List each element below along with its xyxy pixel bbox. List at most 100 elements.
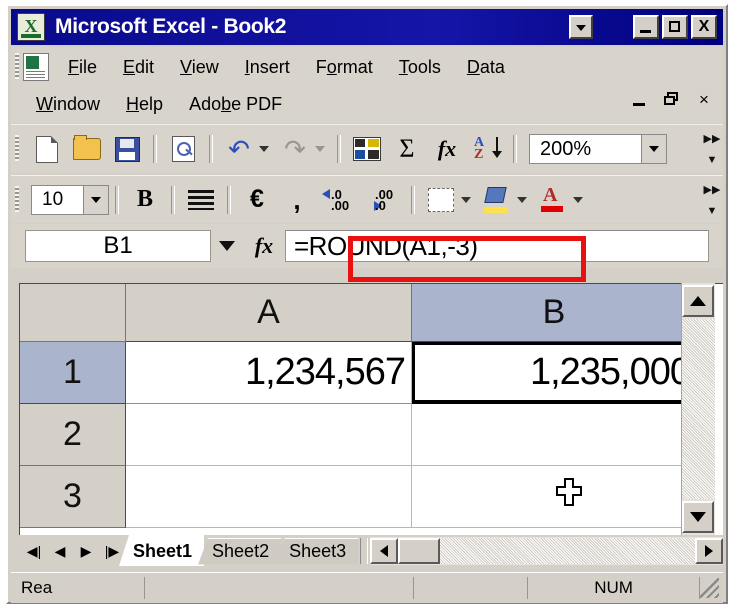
worksheet-grid[interactable]: A B 1 1,234,567 1,235,000 2 3 bbox=[19, 283, 723, 535]
maximize-button[interactable] bbox=[662, 15, 688, 39]
window-controls: X bbox=[633, 15, 717, 39]
euro-style-button[interactable]: € bbox=[238, 181, 276, 219]
resize-grip[interactable] bbox=[699, 578, 719, 598]
name-box[interactable]: B1 bbox=[25, 230, 211, 262]
status-num-lock: NUM bbox=[528, 577, 700, 599]
title-dropdown-button[interactable] bbox=[569, 15, 593, 39]
formula-bar: B1 fx =ROUND(A1,-3) bbox=[11, 224, 723, 268]
menu-item-window[interactable]: Window bbox=[23, 92, 113, 117]
scroll-left-button[interactable] bbox=[370, 538, 399, 564]
sheet-tab-sheet2[interactable]: Sheet2 bbox=[198, 537, 282, 565]
standard-toolbar-handle[interactable] bbox=[15, 135, 19, 161]
column-header-a[interactable]: A bbox=[126, 284, 412, 342]
chevron-down-icon bbox=[91, 196, 101, 203]
sheet-tab-sheet1[interactable]: Sheet1 bbox=[119, 535, 205, 566]
menu-item-tools[interactable]: Tools bbox=[386, 55, 454, 80]
fill-color-dropdown-arrow-icon[interactable] bbox=[517, 196, 527, 203]
document-minimize-button[interactable] bbox=[631, 91, 649, 109]
fill-color-button[interactable] bbox=[478, 181, 516, 219]
next-sheet-button[interactable]: ▶ bbox=[73, 537, 99, 565]
scroll-up-button[interactable] bbox=[682, 285, 714, 317]
standard-toolbar-overflow-button[interactable]: ▶▶ ▼ bbox=[703, 128, 721, 170]
scroll-down-button[interactable] bbox=[682, 501, 714, 533]
cell-a1[interactable]: 1,234,567 bbox=[126, 342, 412, 404]
comma-style-button[interactable]: , bbox=[278, 181, 316, 219]
font-size-dropdown-button[interactable] bbox=[83, 184, 109, 215]
vertical-scrollbar-track[interactable] bbox=[682, 319, 715, 499]
menu-item-file[interactable]: FFileile bbox=[55, 55, 110, 80]
cell-a2[interactable] bbox=[126, 404, 412, 466]
menu-item-insert[interactable]: Insert bbox=[232, 55, 303, 80]
document-close-button[interactable]: × bbox=[695, 91, 713, 109]
sheet-tab-sheet3[interactable]: Sheet3 bbox=[275, 537, 359, 565]
decrease-decimal-button[interactable]: .0 .00 bbox=[318, 181, 360, 219]
increase-decimal-button[interactable]: .00 .0 bbox=[362, 181, 404, 219]
standard-toolbar: ↶ ↷ Σ fx A Z 200% ▶▶ ▼ bbox=[11, 124, 723, 173]
vertical-scrollbar[interactable] bbox=[681, 283, 715, 535]
chevron-down-icon bbox=[690, 512, 706, 522]
undo-button[interactable]: ↶ bbox=[220, 130, 258, 168]
document-restore-button[interactable] bbox=[663, 91, 681, 109]
align-button[interactable] bbox=[182, 181, 220, 219]
previous-sheet-button[interactable]: ◀ bbox=[47, 537, 73, 565]
title-bar: X Microsoft Excel - Book2 X bbox=[11, 9, 723, 45]
horizontal-scrollbar-thumb[interactable] bbox=[398, 538, 441, 564]
menu-item-data[interactable]: Data bbox=[454, 55, 518, 80]
minimize-button[interactable] bbox=[633, 15, 659, 39]
insert-function-button[interactable]: fx bbox=[428, 130, 466, 168]
save-button[interactable] bbox=[108, 130, 146, 168]
euro-conversion-button[interactable] bbox=[348, 130, 386, 168]
insert-function-icon[interactable]: fx bbox=[243, 233, 285, 259]
row-header-1[interactable]: 1 bbox=[20, 342, 126, 404]
bold-button[interactable]: B bbox=[126, 181, 164, 219]
close-button[interactable]: X bbox=[691, 15, 717, 39]
tab-split-handle[interactable] bbox=[360, 538, 369, 564]
redo-dropdown-arrow-icon[interactable] bbox=[315, 146, 325, 152]
print-preview-button[interactable] bbox=[164, 130, 202, 168]
column-header-b[interactable]: B bbox=[412, 284, 697, 342]
zoom-dropdown-button[interactable] bbox=[641, 134, 667, 164]
autosum-button[interactable]: Σ bbox=[388, 130, 426, 168]
menu-item-help[interactable]: Help bbox=[113, 92, 176, 117]
document-icon bbox=[23, 53, 49, 81]
formatting-toolbar-handle[interactable] bbox=[15, 186, 19, 212]
font-color-button[interactable]: A bbox=[534, 181, 572, 219]
font-size-input[interactable]: 10 bbox=[31, 184, 83, 215]
zoom-input[interactable]: 200% bbox=[529, 134, 641, 164]
name-box-dropdown-button[interactable] bbox=[211, 230, 243, 262]
row-header-3[interactable]: 3 bbox=[20, 466, 126, 528]
status-pane bbox=[137, 577, 145, 599]
first-sheet-button[interactable]: ◀| bbox=[21, 537, 47, 565]
formatting-toolbar-overflow-button[interactable]: ▶▶ ▼ bbox=[703, 179, 721, 221]
horizontal-scrollbar-track[interactable] bbox=[440, 538, 695, 564]
open-button[interactable] bbox=[68, 130, 106, 168]
font-color-dropdown-arrow-icon[interactable] bbox=[573, 196, 583, 203]
horizontal-scrollbar[interactable] bbox=[370, 537, 723, 565]
borders-dropdown-arrow-icon[interactable] bbox=[461, 196, 471, 203]
menu-item-format[interactable]: Format bbox=[303, 55, 386, 80]
chevron-down-icon bbox=[649, 146, 659, 152]
menu-item-view[interactable]: View bbox=[167, 55, 232, 80]
new-button[interactable] bbox=[28, 130, 66, 168]
scroll-right-button[interactable] bbox=[695, 538, 723, 564]
cell-b3[interactable] bbox=[412, 466, 697, 528]
sort-ascending-button[interactable]: A Z bbox=[468, 130, 506, 168]
status-pane bbox=[414, 577, 529, 599]
sheet-tab-bar: ◀| ◀ ▶ |▶ Sheet1 Sheet2 Sheet3 bbox=[19, 535, 723, 567]
menu-item-adobe-pdf[interactable]: Adobe PDF bbox=[176, 92, 295, 117]
cell-b2[interactable] bbox=[412, 404, 697, 466]
cell-b1[interactable]: 1,235,000 bbox=[412, 342, 698, 405]
toolbar-separator bbox=[209, 135, 213, 163]
status-mode-text: Rea bbox=[21, 578, 53, 597]
select-all-button[interactable] bbox=[20, 284, 126, 342]
borders-button[interactable] bbox=[422, 181, 460, 219]
undo-dropdown-arrow-icon[interactable] bbox=[259, 146, 269, 152]
redo-button[interactable]: ↷ bbox=[276, 130, 314, 168]
menu-drag-handle[interactable] bbox=[15, 53, 19, 79]
new-icon bbox=[36, 135, 58, 163]
formula-input[interactable]: =ROUND(A1,-3) bbox=[285, 230, 709, 262]
cell-a3[interactable] bbox=[126, 466, 412, 528]
table-row: 1 1,234,567 1,235,000 bbox=[20, 342, 723, 405]
row-header-2[interactable]: 2 bbox=[20, 404, 126, 466]
menu-item-edit[interactable]: Edit bbox=[110, 55, 167, 80]
